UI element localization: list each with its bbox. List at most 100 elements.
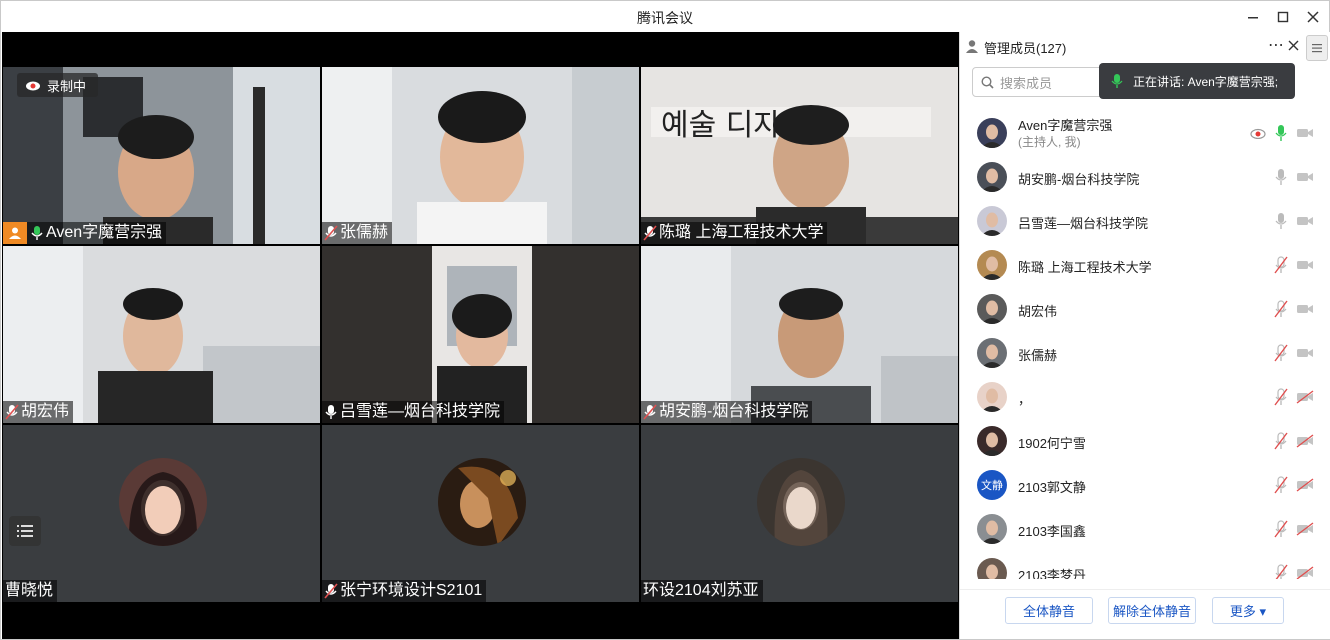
mic-muted-icon bbox=[324, 583, 338, 599]
participant-name-tag: 吕雪莲—烟台科技学院 bbox=[322, 401, 505, 423]
mic-active-icon bbox=[1111, 74, 1123, 88]
member-label: 1902何宁雪 bbox=[1018, 433, 1086, 452]
mic-active-icon bbox=[31, 226, 43, 240]
member-name: 吕雪莲—烟台科技学院 bbox=[1018, 216, 1149, 231]
mic-muted-icon[interactable] bbox=[1274, 564, 1288, 579]
mic-muted-icon bbox=[324, 225, 338, 241]
mic-muted-icon[interactable] bbox=[1274, 476, 1288, 494]
video-tile[interactable]: 吕雪莲—烟台科技学院 bbox=[322, 246, 639, 423]
member-label: 胡安鹏-烟台科技学院 bbox=[1018, 169, 1139, 188]
window-title: 腾讯会议 bbox=[637, 10, 693, 26]
video-tile[interactable]: 曹晓悦 bbox=[3, 425, 320, 602]
more-options-icon[interactable]: ⋯ bbox=[1268, 35, 1284, 55]
member-row[interactable]: 张儒赫 bbox=[960, 332, 1330, 376]
menu-icon bbox=[1312, 44, 1322, 53]
participant-name: 吕雪莲—烟台科技学院 bbox=[340, 403, 501, 420]
minimize-button[interactable] bbox=[1243, 7, 1263, 27]
camera-off-icon[interactable] bbox=[1296, 170, 1314, 184]
member-label: ， bbox=[1018, 389, 1031, 408]
member-row[interactable]: 胡宏伟 bbox=[960, 288, 1330, 332]
participant-name-tag: 曹晓悦 bbox=[3, 580, 58, 602]
video-tile[interactable]: 예술 디자인 陈璐 上海工程技术大学 bbox=[641, 67, 958, 244]
person-icon bbox=[966, 40, 978, 53]
camera-disabled-icon[interactable] bbox=[1296, 522, 1314, 536]
video-feed bbox=[322, 246, 639, 423]
member-row[interactable]: ， bbox=[960, 376, 1330, 420]
close-window-button[interactable] bbox=[1303, 7, 1323, 27]
video-area: 录制中 Aven字魔营宗强 张儒赫 예술 디자인 陈璐 上海工程技术大学 胡宏伟… bbox=[2, 32, 959, 639]
title-bar: 腾讯会议 bbox=[1, 1, 1329, 32]
mic-muted-icon[interactable] bbox=[1274, 388, 1288, 406]
unmute-all-button[interactable]: 解除全体静音 bbox=[1108, 597, 1196, 624]
camera-off-icon[interactable] bbox=[1296, 214, 1314, 228]
mic-muted-icon[interactable] bbox=[1274, 520, 1288, 538]
video-grid: 录制中 Aven字魔营宗强 张儒赫 예술 디자인 陈璐 上海工程技术大学 胡宏伟… bbox=[3, 67, 958, 634]
video-tile[interactable]: 胡安鹏-烟台科技学院 bbox=[641, 246, 958, 423]
member-row[interactable]: 胡安鹏-烟台科技学院 bbox=[960, 156, 1330, 200]
camera-disabled-icon[interactable] bbox=[1296, 434, 1314, 448]
member-row[interactable]: 2103李国鑫 bbox=[960, 508, 1330, 552]
mic-active-icon[interactable] bbox=[1274, 124, 1288, 142]
more-button[interactable]: 更多 ▾ bbox=[1212, 597, 1284, 624]
member-name: 张儒赫 bbox=[1018, 348, 1058, 363]
camera-off-icon[interactable] bbox=[1296, 258, 1314, 272]
maximize-button[interactable] bbox=[1273, 7, 1293, 27]
avatar bbox=[977, 162, 1007, 192]
video-feed bbox=[322, 67, 639, 244]
panel-title: 管理成员(127) bbox=[984, 41, 1067, 56]
search-icon bbox=[981, 75, 994, 89]
member-row[interactable]: 1902何宁雪 bbox=[960, 420, 1330, 464]
close-panel-icon[interactable] bbox=[1288, 40, 1299, 51]
video-tile[interactable]: 张宁环境设计S2101 bbox=[322, 425, 639, 602]
cloud-record-icon bbox=[1250, 128, 1266, 139]
mic-muted-icon[interactable] bbox=[1274, 432, 1288, 450]
member-list: Aven字魔营宗强 (主持人, 我) 胡安鹏-烟台科技学院吕雪莲—烟台科技学院 陈璐 … bbox=[960, 112, 1330, 579]
participant-name: 胡安鹏-烟台科技学院 bbox=[659, 403, 809, 420]
mic-muted-icon[interactable] bbox=[1274, 256, 1288, 274]
member-name: 胡宏伟 bbox=[1018, 304, 1058, 319]
participant-name-tag: 张儒赫 bbox=[322, 222, 393, 244]
video-tile[interactable]: 张儒赫 bbox=[322, 67, 639, 244]
member-row[interactable]: 陈璐 上海工程技术大学 bbox=[960, 244, 1330, 288]
avatar bbox=[977, 514, 1007, 544]
member-name: 陈璐 上海工程技术大学 bbox=[1018, 260, 1152, 275]
member-label: 胡宏伟 bbox=[1018, 301, 1057, 320]
mic-icon[interactable] bbox=[1274, 168, 1288, 186]
mic-muted-icon[interactable] bbox=[1274, 300, 1288, 318]
member-row[interactable]: 2103李梦丹 bbox=[960, 552, 1330, 579]
recording-badge[interactable]: 录制中 bbox=[17, 73, 99, 97]
camera-disabled-icon[interactable] bbox=[1296, 566, 1314, 579]
search-members-input[interactable]: 搜索成员 bbox=[972, 67, 1112, 97]
member-row[interactable]: 吕雪莲—烟台科技学院 bbox=[960, 200, 1330, 244]
side-menu-button[interactable] bbox=[1306, 35, 1328, 61]
member-name: Aven字魔营宗强 bbox=[1018, 118, 1113, 133]
camera-disabled-icon[interactable] bbox=[1296, 390, 1314, 404]
mute-all-button[interactable]: 全体静音 bbox=[1005, 597, 1093, 624]
close-icon bbox=[1307, 11, 1319, 23]
avatar bbox=[977, 338, 1007, 368]
speaking-text: 正在讲话: Aven字魔营宗强; bbox=[1133, 74, 1279, 89]
participant-name: 张儒赫 bbox=[340, 224, 389, 241]
avatar bbox=[977, 558, 1007, 579]
video-tile[interactable]: 录制中 Aven字魔营宗强 bbox=[3, 67, 320, 244]
list-view-button[interactable] bbox=[9, 516, 41, 546]
video-tile[interactable]: 环设2104刘苏亚 bbox=[641, 425, 958, 602]
participant-name-tag: 胡宏伟 bbox=[3, 401, 74, 423]
camera-off-icon[interactable] bbox=[1296, 302, 1314, 316]
mic-icon[interactable] bbox=[1274, 212, 1288, 230]
member-label: Aven字魔营宗强 (主持人, 我) bbox=[1018, 117, 1112, 151]
minimize-icon bbox=[1248, 17, 1258, 19]
avatar: 文静 bbox=[977, 470, 1007, 500]
avatar bbox=[977, 294, 1007, 324]
mic-icon bbox=[325, 405, 337, 419]
video-tile[interactable]: 胡宏伟 bbox=[3, 246, 320, 423]
camera-off-icon[interactable] bbox=[1296, 126, 1314, 140]
avatar bbox=[977, 250, 1007, 280]
mic-muted-icon[interactable] bbox=[1274, 344, 1288, 362]
member-row[interactable]: Aven字魔营宗强 (主持人, 我) bbox=[960, 112, 1330, 156]
cloud-record-icon bbox=[26, 81, 40, 91]
participant-name-tag: 陈璐 上海工程技术大学 bbox=[641, 222, 828, 244]
member-row[interactable]: 文静 2103郭文静 bbox=[960, 464, 1330, 508]
camera-disabled-icon[interactable] bbox=[1296, 478, 1314, 492]
camera-off-icon[interactable] bbox=[1296, 346, 1314, 360]
